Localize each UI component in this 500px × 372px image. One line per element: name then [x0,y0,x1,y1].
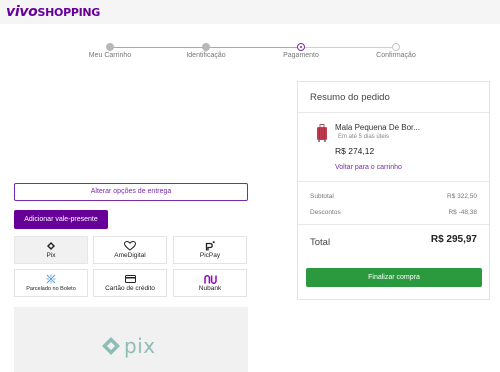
step-dot-payment [297,43,305,51]
pix-icon [15,241,87,251]
step-dot-identification [202,43,210,51]
payment-label: Cartão de crédito [105,285,155,292]
back-to-cart-link[interactable]: Voltar para o carrinho [335,164,402,171]
order-summary-title: Resumo do pedido [310,92,390,103]
payment-label: AmeDigital [114,252,146,259]
discounts-value: R$ -48,38 [448,209,477,216]
pix-logo: pix [101,334,156,358]
step-label-payment: Pagamento [283,52,319,59]
step-label-identification: Identificação [186,52,226,59]
subtotal-value: R$ 322,50 [447,193,477,200]
stepper-line [110,47,206,48]
logo-shopping: SHOPPING [37,6,101,19]
checkout-stepper [106,42,400,62]
payment-option-nubank[interactable]: Nubank [173,269,247,297]
vivo-shopping-logo[interactable]: vivoSHOPPING [6,4,100,20]
pix-logo-text: pix [124,334,156,358]
stepper-line [301,47,396,48]
boleto-icon [15,274,87,284]
product-shipping: Em até 5 dias úteis [338,134,390,140]
divider [298,112,489,113]
site-header: vivoSHOPPING [0,0,500,24]
product-price: R$ 274,12 [335,146,375,156]
divider [298,181,489,182]
payment-label: Parcelado no Boleto [26,286,76,292]
change-delivery-options-button[interactable]: Alterar opções de entrega [14,183,248,201]
picpay-icon [174,241,246,251]
pix-logo-icon [102,337,120,355]
finalize-purchase-button[interactable]: Finalizar compra [306,268,482,287]
payment-option-boleto[interactable]: Parcelado no Boleto [14,269,88,297]
step-label-confirmation: Confirmação [376,52,416,59]
payment-option-amedigital[interactable]: AmeDigital [93,236,167,264]
stepper-line [206,47,301,48]
total-value: R$ 295,97 [430,234,477,245]
payment-label: Nubank [198,285,222,292]
logo-vivo: vivo [6,4,38,20]
nubank-icon [174,274,246,284]
divider [298,224,489,225]
total-label: Total [310,237,331,248]
payment-option-picpay[interactable]: PicPay [173,236,247,264]
add-gift-card-button[interactable]: Adicionar vale-presente [14,210,108,229]
payment-label: Pix [46,252,56,259]
step-dot-confirmation [392,43,400,51]
discounts-label: Descontos [310,209,341,216]
ame-icon [94,241,166,251]
payment-option-pix[interactable]: Pix [14,236,88,264]
payment-option-credit-card[interactable]: Cartão de crédito [93,269,167,297]
suitcase-product-image [317,124,327,142]
product-name: Mala Pequena De Bor... [335,123,420,132]
step-label-cart: Meu Carrinho [88,52,132,59]
payment-label: PicPay [199,252,221,259]
order-summary-panel: Resumo do pedido Mala Pequena De Bor... … [297,81,490,300]
subtotal-label: Subtotal [310,193,334,200]
step-dot-cart [106,43,114,51]
credit-card-icon [94,274,166,284]
